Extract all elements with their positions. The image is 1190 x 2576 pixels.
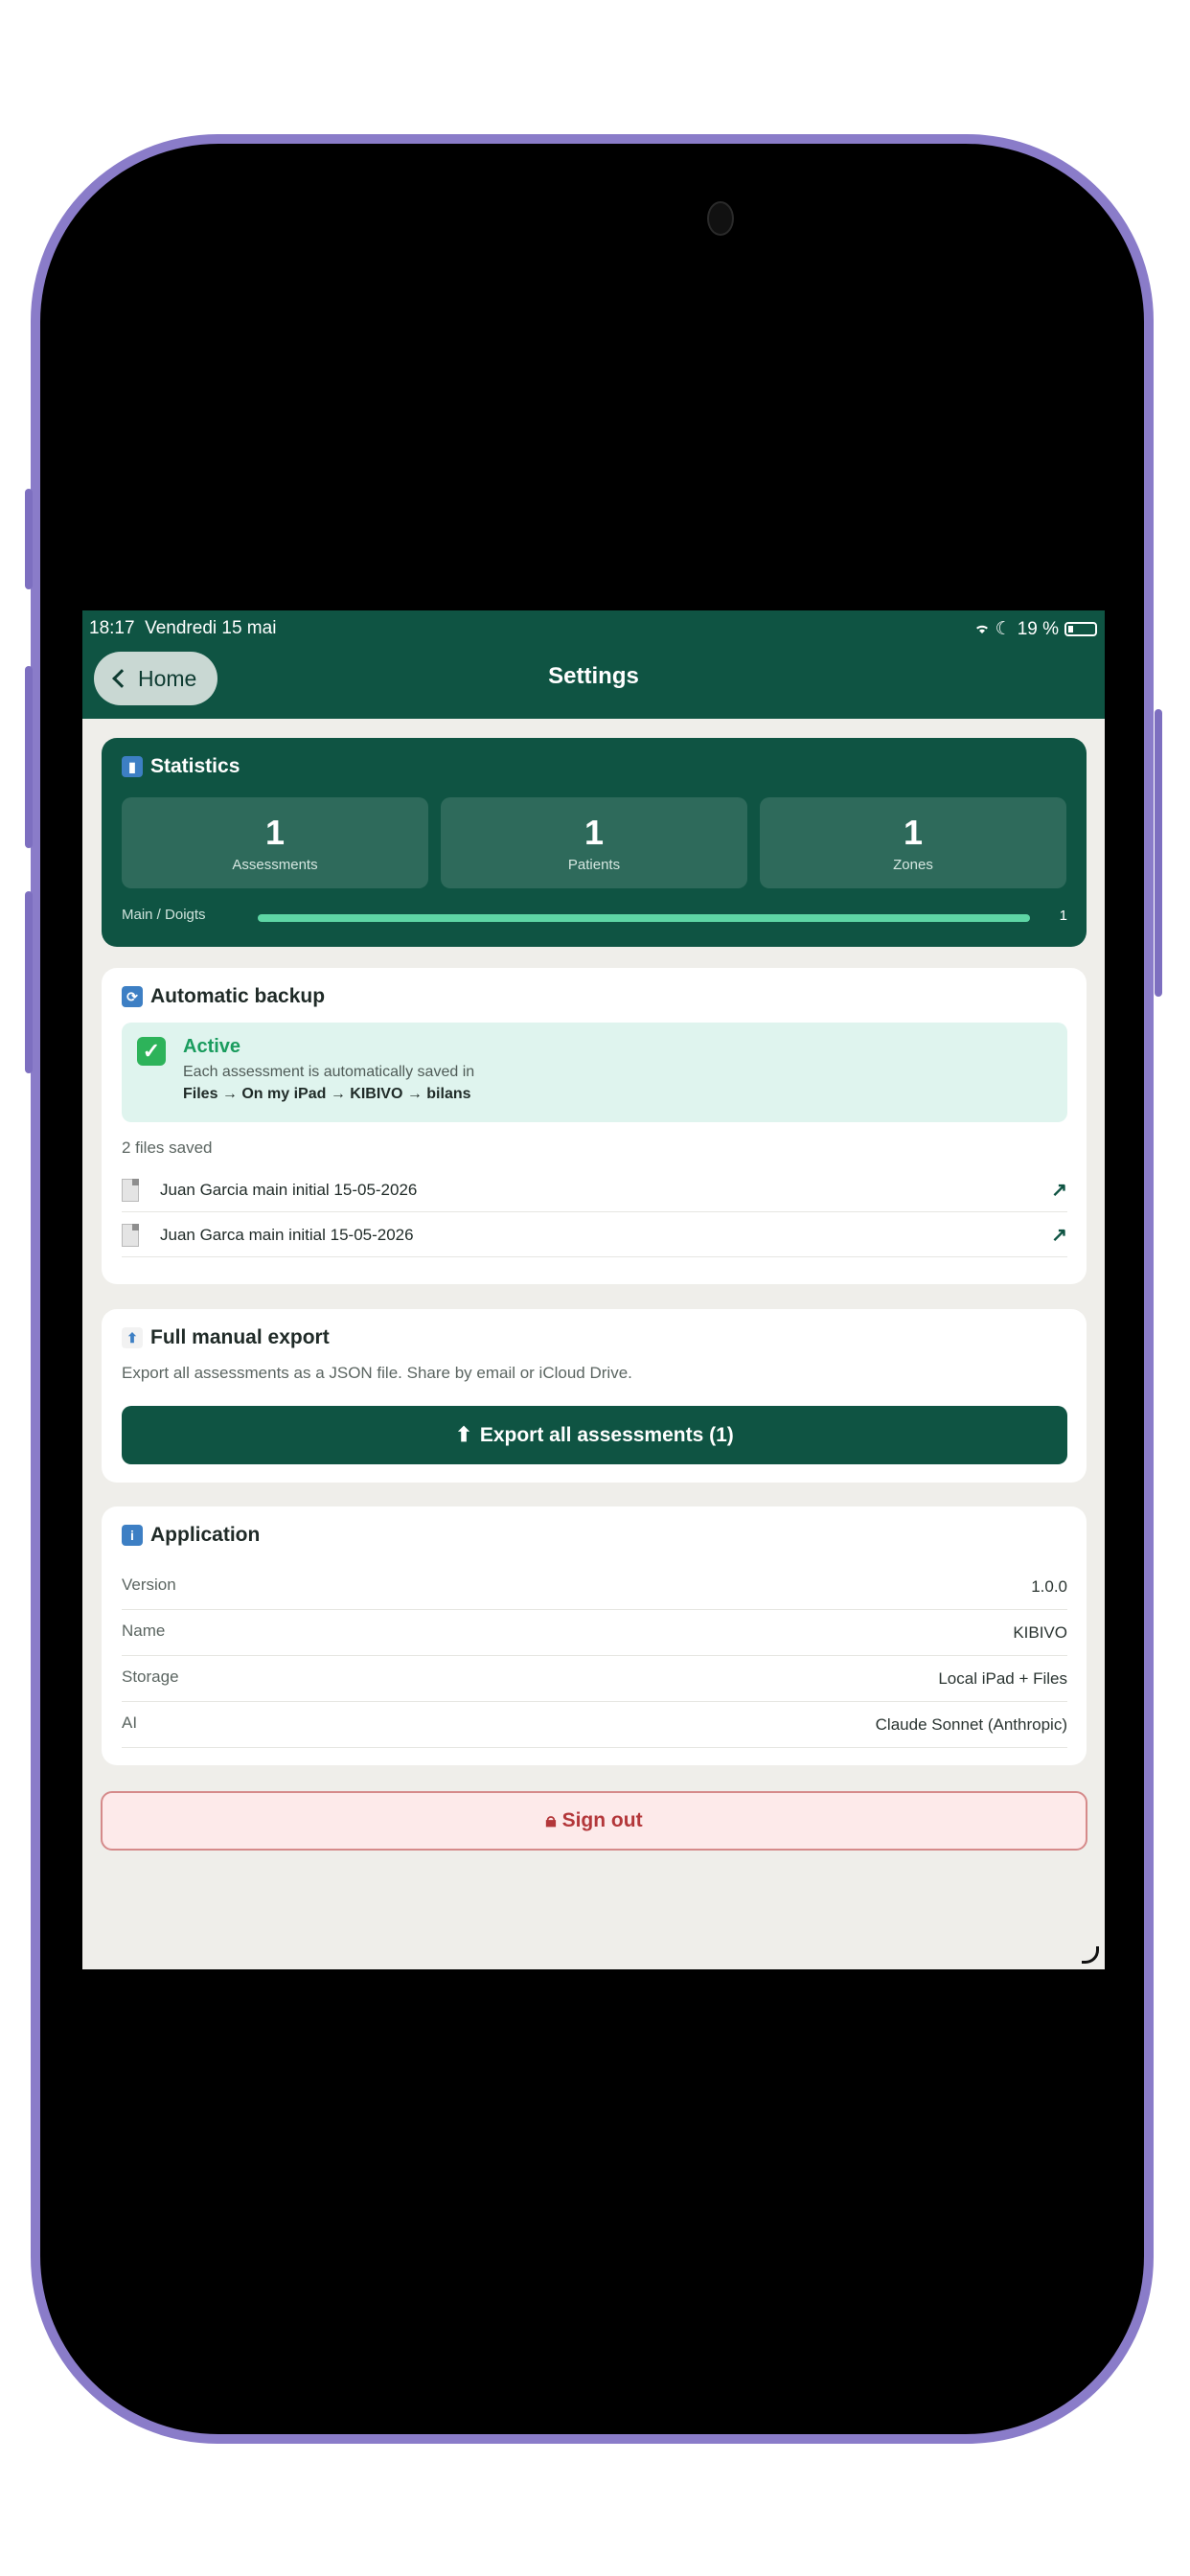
zone-bar-value: 1 <box>1059 908 1067 924</box>
power-button <box>1155 709 1162 997</box>
file-row[interactable]: Juan Garca main initial 15-05-2026 ↗ <box>122 1213 1067 1257</box>
status-date: Vendredi 15 mai <box>145 618 277 638</box>
info-row-ai: AI Claude Sonnet (Anthropic) <box>122 1702 1067 1748</box>
application-card: i Application Version 1.0.0 Name KIBIVO … <box>102 1506 1087 1765</box>
open-arrow-icon[interactable]: ↗ <box>1051 1223 1067 1247</box>
stat-patients: 1 Patients <box>441 797 747 888</box>
stat-assessments: 1 Assessments <box>122 797 428 888</box>
battery-icon <box>1064 622 1097 636</box>
status-indicators: ☾ 19 % <box>974 618 1097 640</box>
info-value: KIBIVO <box>1013 1623 1067 1642</box>
file-name: Juan Garca main initial 15-05-2026 <box>160 1225 414 1244</box>
info-key: AI <box>122 1714 138 1732</box>
page-title: Settings <box>548 663 639 689</box>
lock-icon: 🔒︎ <box>545 1809 557 1831</box>
volume-down-button <box>25 891 33 1073</box>
zone-bar-label: Main / Doigts <box>122 907 206 923</box>
export-title: Full manual export <box>150 1326 330 1348</box>
info-value: Local iPad + Files <box>938 1669 1067 1688</box>
chart-icon: ▮ <box>122 756 143 777</box>
application-title: Application <box>150 1524 261 1546</box>
info-row-storage: Storage Local iPad + Files <box>122 1656 1067 1702</box>
document-icon <box>122 1223 139 1247</box>
info-value: 1.0.0 <box>1031 1577 1067 1596</box>
front-camera <box>707 201 734 236</box>
export-button-label: Export all assessments (1) <box>479 1423 734 1446</box>
info-key: Version <box>122 1576 176 1594</box>
stat-value: 1 <box>584 813 605 852</box>
status-time: 18:17 <box>89 618 135 638</box>
stat-value: 1 <box>903 813 924 852</box>
backup-card: ⟳ Automatic backup ✓ Active Each assessm… <box>102 968 1087 1284</box>
mute-switch <box>25 489 33 589</box>
document-icon <box>122 1178 139 1202</box>
info-row-name: Name KIBIVO <box>122 1610 1067 1656</box>
info-key: Name <box>122 1622 166 1640</box>
export-description: Export all assessments as a JSON file. S… <box>122 1364 632 1382</box>
sign-out-label: Sign out <box>561 1809 643 1831</box>
volume-up-button <box>25 666 33 848</box>
backup-header: ⟳ Automatic backup <box>122 985 325 1008</box>
status-time-date: 18:17 Vendredi 15 mai <box>89 618 276 639</box>
sign-out-button[interactable]: 🔒︎ Sign out <box>101 1791 1087 1851</box>
stat-value: 1 <box>264 813 286 852</box>
zone-progress-bar <box>258 914 1030 922</box>
application-header: i Application <box>122 1524 260 1547</box>
backup-status-box: ✓ Active Each assessment is automaticall… <box>122 1023 1067 1122</box>
stat-label: Patients <box>567 857 621 873</box>
info-value: Claude Sonnet (Anthropic) <box>875 1715 1067 1734</box>
export-header: ⬆ Full manual export <box>122 1326 330 1349</box>
info-icon: i <box>122 1525 143 1546</box>
backup-path: Files → On my iPad → KIBIVO → bilans <box>183 1086 471 1102</box>
statistics-header: ▮ Statistics <box>122 755 240 778</box>
info-row-version: Version 1.0.0 <box>122 1564 1067 1610</box>
check-icon: ✓ <box>137 1037 166 1066</box>
open-arrow-icon[interactable]: ↗ <box>1051 1178 1067 1202</box>
upload-icon: ⬆ <box>122 1327 143 1348</box>
app-header: 18:17 Vendredi 15 mai ☾ 19 % Home Settin… <box>82 610 1105 719</box>
stat-label: Assessments <box>232 857 318 873</box>
export-card: ⬆ Full manual export Export all assessme… <box>102 1309 1087 1483</box>
backup-description: Each assessment is automatically saved i… <box>183 1064 475 1080</box>
info-key: Storage <box>122 1668 179 1686</box>
sync-icon: ⟳ <box>122 986 143 1007</box>
upload-icon: ⬆ <box>455 1424 472 1446</box>
file-name: Juan Garcia main initial 15-05-2026 <box>160 1180 418 1199</box>
backup-status: Active <box>183 1036 241 1057</box>
resize-handle[interactable] <box>1082 1946 1099 1964</box>
statistics-title: Statistics <box>150 755 240 777</box>
moon-icon: ☾ <box>995 619 1012 639</box>
app-screen: 18:17 Vendredi 15 mai ☾ 19 % Home Settin… <box>82 610 1105 1969</box>
stat-label: Zones <box>893 857 933 873</box>
files-count: 2 files saved <box>122 1138 213 1157</box>
export-all-button[interactable]: ⬆ Export all assessments (1) <box>122 1406 1067 1464</box>
file-row[interactable]: Juan Garcia main initial 15-05-2026 ↗ <box>122 1168 1067 1212</box>
wifi-icon <box>974 619 990 640</box>
statistics-card: ▮ Statistics 1 Assessments 1 Patients 1 … <box>102 738 1087 947</box>
stat-zones: 1 Zones <box>760 797 1066 888</box>
battery-percent: 19 % <box>1017 618 1059 639</box>
backup-title: Automatic backup <box>150 985 326 1007</box>
